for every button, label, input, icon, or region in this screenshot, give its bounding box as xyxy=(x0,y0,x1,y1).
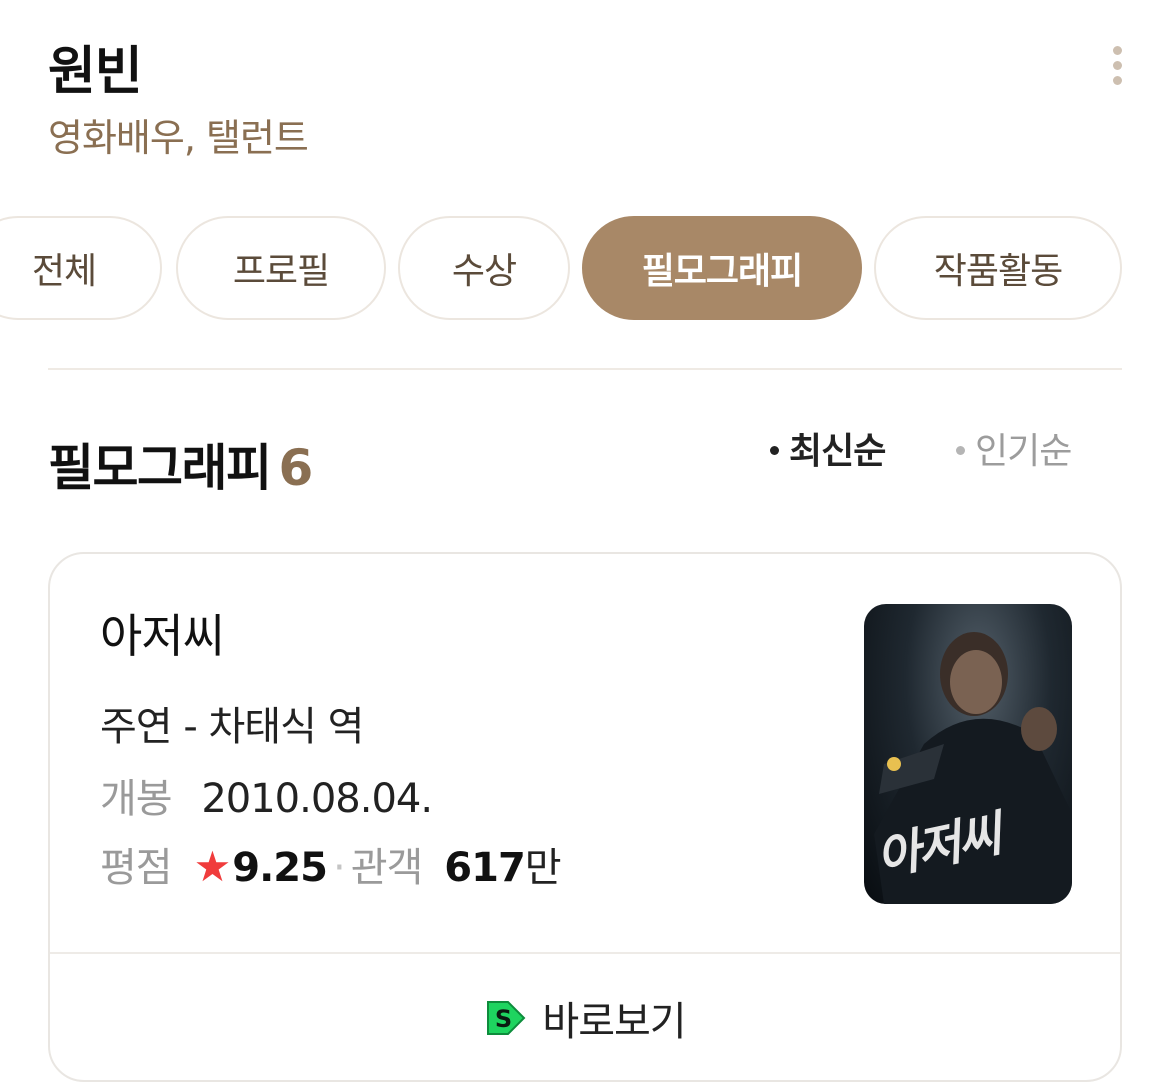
rating-value: 9.25 xyxy=(232,845,328,891)
sort-latest-label: 최신순 xyxy=(789,431,886,472)
tab-awards[interactable]: 수상 xyxy=(398,216,570,320)
separator-dot: · xyxy=(332,845,346,891)
movie-role: 주연 - 차태식 역 xyxy=(100,704,364,750)
bullet-icon xyxy=(956,445,965,455)
more-menu-icon[interactable] xyxy=(1104,46,1130,90)
section-heading: 필모그래피 6 xyxy=(48,436,314,500)
svg-text:S: S xyxy=(495,1005,511,1033)
play-service-icon: S xyxy=(487,1001,526,1035)
watch-now-button[interactable]: S 바로보기 xyxy=(50,954,1120,1082)
rating-row: 평점 ★9.25 · 관객 617만 xyxy=(100,842,562,893)
tab-profile[interactable]: 프로필 xyxy=(176,216,386,320)
audience-count: 617 xyxy=(444,845,525,891)
tab-all[interactable]: 전체 xyxy=(0,216,162,320)
section-title: 필모그래피 xyxy=(48,439,272,497)
movie-poster[interactable]: 아저씨 xyxy=(864,604,1072,904)
person-name: 원빈 xyxy=(48,42,143,102)
sort-popular-button[interactable]: 인기순 xyxy=(956,428,1072,476)
movie-title[interactable]: 아저씨 xyxy=(100,608,225,664)
tab-works[interactable]: 작품활동 xyxy=(874,216,1122,320)
sort-latest-button[interactable]: 최신순 xyxy=(770,428,886,476)
star-icon: ★ xyxy=(193,842,232,891)
tab-filmography[interactable]: 필모그래피 xyxy=(582,216,862,320)
sort-popular-label: 인기순 xyxy=(975,431,1072,472)
watch-now-label: 바로보기 xyxy=(542,999,686,1045)
tab-bar: 전체 프로필 수상 필모그래피 작품활동 xyxy=(0,216,1170,324)
audience-unit: 만 xyxy=(524,845,562,891)
movie-card[interactable]: 아저씨 주연 - 차태식 역 개봉 2010.08.04. 평점 ★9.25 · 관객… xyxy=(48,552,1122,1082)
person-occupation: 영화배우, 탤런트 xyxy=(48,116,309,160)
release-row: 개봉 2010.08.04. xyxy=(100,774,433,824)
release-date: 2010.08.04. xyxy=(201,776,433,822)
section-divider xyxy=(48,368,1122,370)
release-label: 개봉 xyxy=(100,776,173,822)
rating-label: 평점 xyxy=(100,845,173,891)
bullet-icon xyxy=(770,445,779,455)
profile-header: 원빈 영화배우, 탤런트 xyxy=(48,40,309,162)
section-count: 6 xyxy=(278,439,314,497)
audience-label: 관객 xyxy=(350,845,424,891)
